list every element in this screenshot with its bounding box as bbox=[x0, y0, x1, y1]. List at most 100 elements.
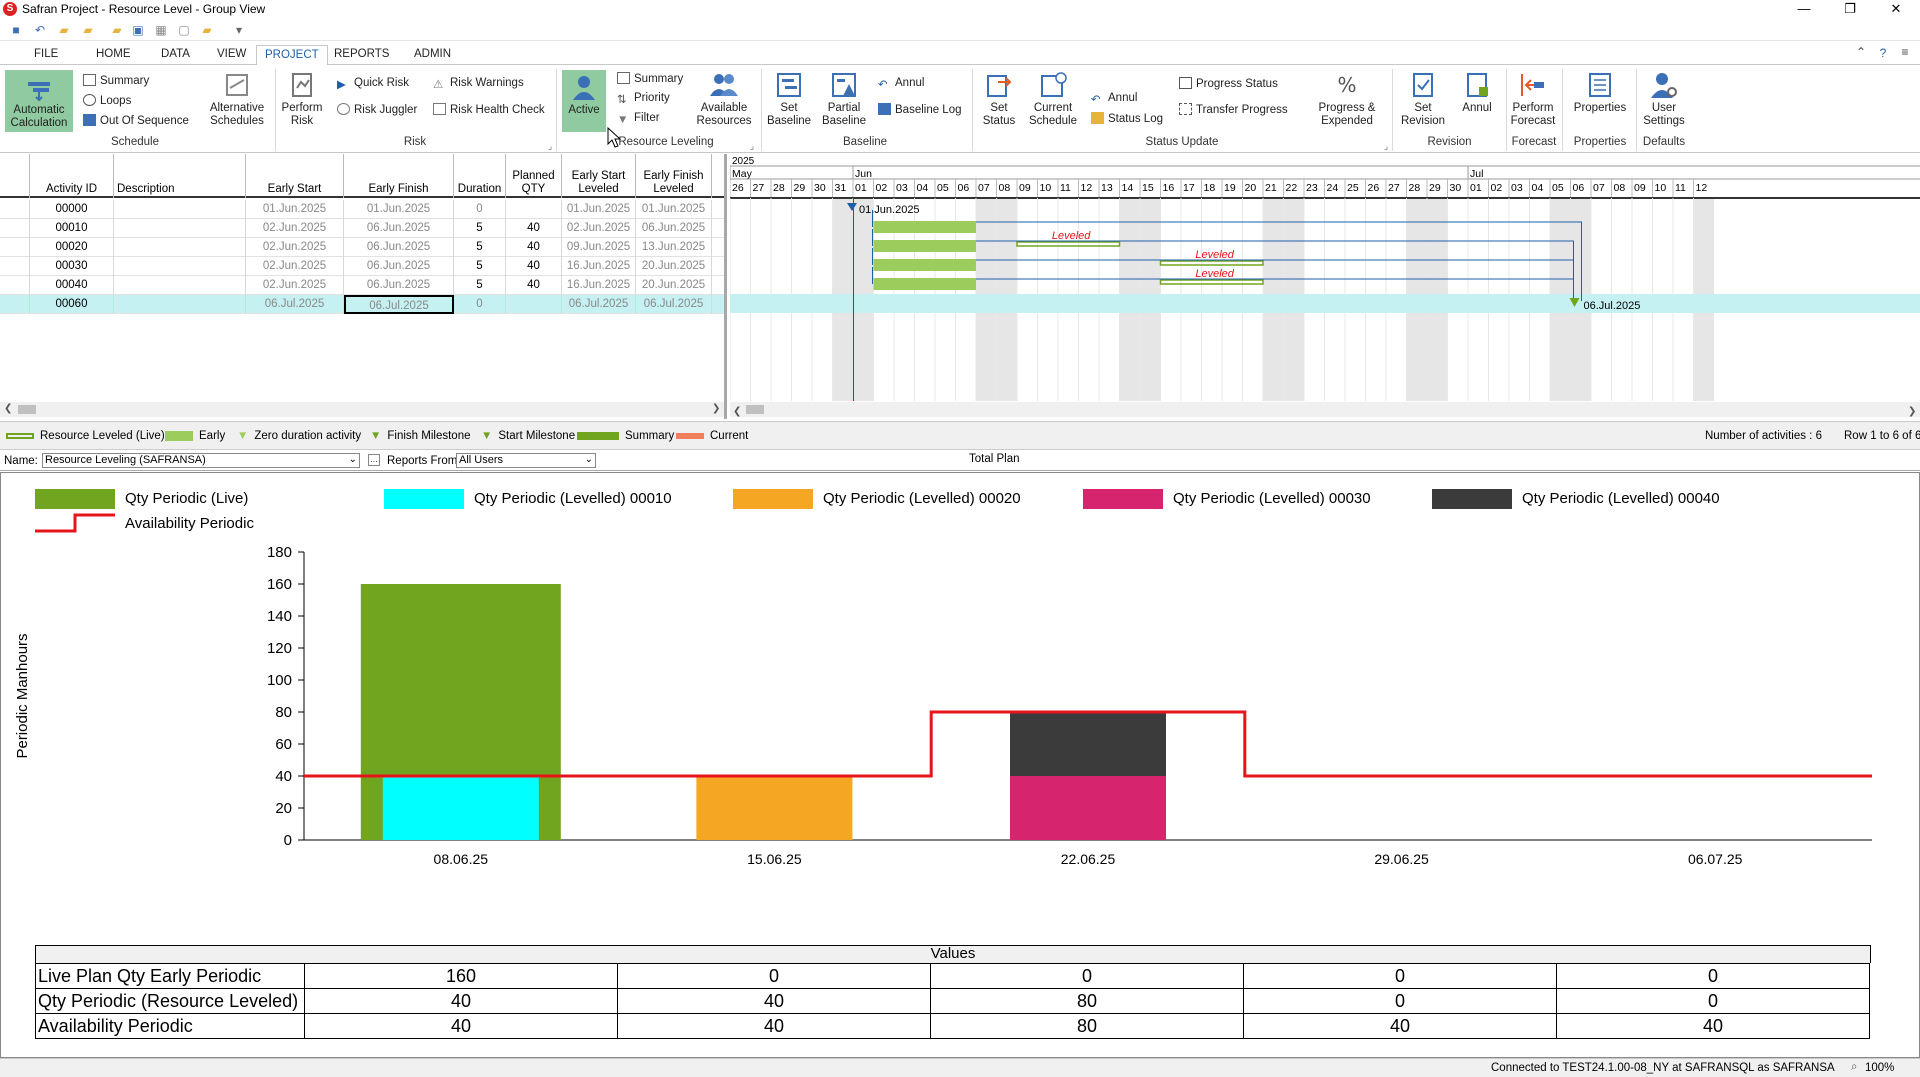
cell-es[interactable]: 01.Jun.2025 bbox=[246, 200, 344, 219]
save-all-icon[interactable]: ▣ bbox=[131, 23, 145, 37]
cell-efl[interactable]: 20.Jun.2025 bbox=[636, 276, 712, 295]
tab-reports[interactable]: REPORTS bbox=[326, 45, 397, 66]
cell-efl[interactable]: 06.Jul.2025 bbox=[636, 295, 712, 314]
scroll-right-icon[interactable]: ❯ bbox=[1908, 406, 1916, 417]
scroll-left-icon[interactable]: ❮ bbox=[4, 403, 12, 414]
cell-ef[interactable]: 06.Jun.2025 bbox=[344, 238, 454, 257]
automatic-calculation-button[interactable]: Automatic Calculation bbox=[5, 70, 73, 132]
cell-ef[interactable]: 06.Jul.2025 bbox=[344, 295, 454, 314]
grid-header-select[interactable] bbox=[0, 154, 30, 198]
bar-qty-periodic-levelled[interactable] bbox=[696, 776, 853, 840]
cell-es[interactable]: 02.Jun.2025 bbox=[246, 276, 344, 295]
status-dialog-launcher-icon[interactable]: ⌟ bbox=[1379, 139, 1393, 153]
table-row[interactable]: 00060 06.Jul.2025 06.Jul.2025 0 06.Jul.2025 0… bbox=[0, 295, 724, 314]
col-early-start[interactable]: Early Start bbox=[246, 154, 344, 198]
progress-expended-button[interactable]: % Progress & Expended bbox=[1312, 70, 1382, 128]
col-early-finish[interactable]: Early Finish bbox=[344, 154, 454, 198]
cell-desc[interactable] bbox=[114, 219, 246, 238]
table-row[interactable]: 00000 01.Jun.2025 01.Jun.2025 0 01.Jun.2025 0… bbox=[0, 200, 724, 219]
cell-qty[interactable] bbox=[506, 200, 562, 219]
bar-qty-periodic-levelled[interactable] bbox=[1010, 712, 1166, 776]
loops-button[interactable]: Loops bbox=[83, 94, 131, 107]
alternative-schedules-button[interactable]: Alternative Schedules bbox=[205, 70, 269, 128]
status-annul-button[interactable]: ↶ Annul bbox=[1091, 92, 1137, 106]
menu-icon[interactable]: ≡ bbox=[1898, 45, 1912, 59]
current-schedule-button[interactable]: Current Schedule bbox=[1028, 70, 1078, 128]
leveled-bar[interactable] bbox=[1016, 241, 1121, 247]
leveling-dialog-launcher-icon[interactable]: ⌟ bbox=[745, 139, 759, 153]
cell-id[interactable]: 00060 bbox=[30, 295, 114, 314]
gantt-horizontal-scrollbar[interactable] bbox=[730, 402, 1920, 417]
cell-es[interactable]: 02.Jun.2025 bbox=[246, 238, 344, 257]
row-selector[interactable] bbox=[0, 238, 30, 257]
preview-icon[interactable]: ▢ bbox=[177, 23, 191, 37]
report-name-select[interactable]: Resource Leveling (SAFRANSA) ⌄ bbox=[42, 453, 360, 468]
row-selector[interactable] bbox=[0, 295, 30, 314]
perform-forecast-button[interactable]: Perform Forecast bbox=[1508, 70, 1558, 128]
schedule-summary-button[interactable]: Summary bbox=[83, 74, 149, 87]
cell-id[interactable]: 00030 bbox=[30, 257, 114, 276]
col-activity-id[interactable]: Activity ID bbox=[30, 154, 114, 198]
cell-ef[interactable]: 06.Jun.2025 bbox=[344, 276, 454, 295]
properties-button[interactable]: Properties bbox=[1566, 70, 1634, 115]
cell-efl[interactable]: 06.Jun.2025 bbox=[636, 219, 712, 238]
close-button[interactable]: ✕ bbox=[1873, 0, 1919, 19]
priority-button[interactable]: ⇅ Priority bbox=[617, 92, 670, 106]
early-bar[interactable] bbox=[873, 259, 977, 271]
bar-qty-periodic-levelled[interactable] bbox=[382, 776, 539, 840]
cell-qty[interactable]: 40 bbox=[506, 238, 562, 257]
set-baseline-button[interactable]: Set Baseline bbox=[765, 70, 813, 128]
scroll-thumb[interactable] bbox=[18, 405, 36, 414]
leveled-bar[interactable] bbox=[1159, 260, 1264, 266]
minimize-button[interactable]: — bbox=[1781, 0, 1827, 19]
row-selector[interactable] bbox=[0, 219, 30, 238]
folder-icon[interactable]: ▰ bbox=[110, 23, 124, 37]
cell-qty[interactable] bbox=[506, 295, 562, 314]
cell-efl[interactable]: 13.Jun.2025 bbox=[636, 238, 712, 257]
new-folder-icon[interactable]: ▰ bbox=[57, 23, 71, 37]
risk-warnings-button[interactable]: ⚠ Risk Warnings bbox=[433, 77, 524, 91]
row-selector[interactable] bbox=[0, 257, 30, 276]
user-settings-button[interactable]: User Settings bbox=[1640, 70, 1688, 128]
cell-es[interactable]: 02.Jun.2025 bbox=[246, 219, 344, 238]
cell-id[interactable]: 00010 bbox=[30, 219, 114, 238]
row-selector[interactable] bbox=[0, 200, 30, 219]
perform-risk-button[interactable]: Perform Risk bbox=[280, 70, 324, 128]
cell-desc[interactable] bbox=[114, 238, 246, 257]
transfer-progress-button[interactable]: Transfer Progress bbox=[1179, 103, 1288, 116]
col-early-start-leveled[interactable]: Early Start Leveled bbox=[562, 154, 636, 198]
table-row[interactable]: 00010 02.Jun.2025 06.Jun.2025 5 40 02.Jun.202… bbox=[0, 219, 724, 238]
cell-esl[interactable]: 01.Jun.2025 bbox=[562, 200, 636, 219]
tab-data[interactable]: DATA bbox=[153, 45, 198, 66]
export-icon[interactable]: ▰ bbox=[200, 23, 214, 37]
cell-ef[interactable]: 01.Jun.2025 bbox=[344, 200, 454, 219]
cell-desc[interactable] bbox=[114, 257, 246, 276]
cell-dur[interactable]: 0 bbox=[454, 200, 506, 219]
save-icon[interactable]: ■ bbox=[9, 23, 23, 37]
quick-risk-button[interactable]: ▶ Quick Risk bbox=[337, 77, 409, 91]
risk-health-check-button[interactable]: Risk Health Check bbox=[433, 103, 545, 116]
help-icon[interactable]: ? bbox=[1876, 46, 1890, 60]
cell-qty[interactable]: 40 bbox=[506, 219, 562, 238]
leveling-summary-button[interactable]: Summary bbox=[617, 72, 683, 85]
cell-esl[interactable]: 16.Jun.2025 bbox=[562, 276, 636, 295]
tab-project[interactable]: PROJECT bbox=[256, 45, 328, 66]
cell-esl[interactable]: 06.Jul.2025 bbox=[562, 295, 636, 314]
out-of-sequence-button[interactable]: Out Of Sequence bbox=[83, 114, 189, 127]
set-revision-button[interactable]: Set Revision bbox=[1397, 70, 1449, 128]
cell-dur[interactable]: 5 bbox=[454, 276, 506, 295]
row-selector[interactable] bbox=[0, 276, 30, 295]
bar-qty-periodic-levelled[interactable] bbox=[1010, 776, 1166, 840]
cell-ef[interactable]: 06.Jun.2025 bbox=[344, 219, 454, 238]
status-log-button[interactable]: Status Log bbox=[1091, 112, 1163, 125]
tab-view[interactable]: VIEW bbox=[209, 45, 254, 66]
collapse-ribbon-icon[interactable]: ⌃ bbox=[1854, 45, 1868, 59]
scroll-thumb[interactable] bbox=[746, 405, 764, 414]
report-options-icon[interactable]: … bbox=[368, 454, 380, 466]
tab-file[interactable]: FILE bbox=[26, 45, 66, 66]
leveled-bar[interactable] bbox=[1159, 279, 1264, 285]
cell-desc[interactable] bbox=[114, 200, 246, 219]
set-status-button[interactable]: Set Status bbox=[977, 70, 1021, 128]
col-duration[interactable]: Duration bbox=[454, 154, 506, 198]
undo-icon[interactable]: ↶ bbox=[33, 23, 47, 37]
